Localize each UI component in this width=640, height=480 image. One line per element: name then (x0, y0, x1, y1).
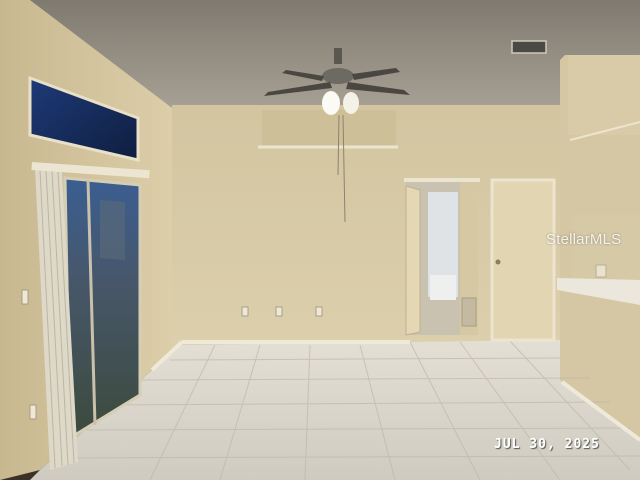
door-knob (495, 259, 501, 265)
wall-outlet (29, 404, 37, 420)
wall-outlet (241, 306, 249, 317)
room-photo (0, 0, 640, 480)
wall-outlet (315, 306, 323, 317)
watermark: StellarMLS (546, 231, 622, 248)
fan-light-icon (322, 91, 340, 115)
wall-outlet (275, 306, 283, 317)
ceiling-vent (511, 40, 547, 54)
wall-outlet (21, 289, 29, 305)
closed-door (490, 178, 556, 342)
date-stamp: JUL 30, 2025 (494, 437, 600, 452)
open-door (405, 185, 421, 336)
plant-shelf-niche (262, 110, 396, 146)
